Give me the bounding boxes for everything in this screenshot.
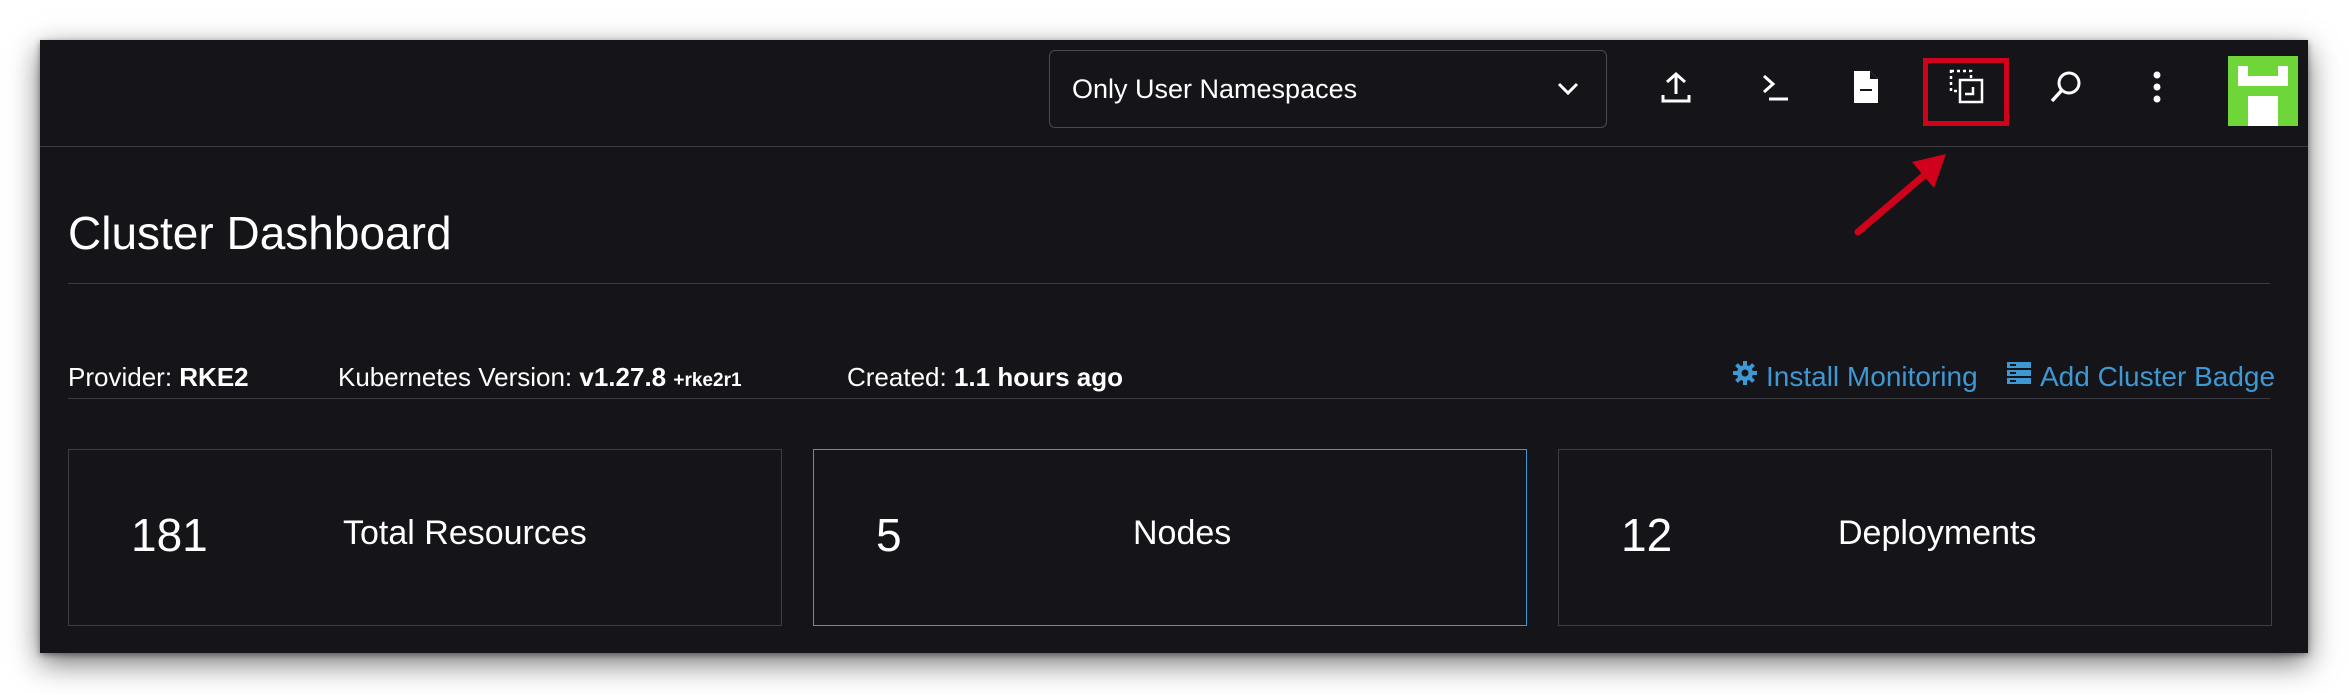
download-kubeconfig-icon: [1850, 69, 1882, 110]
provider-label: Provider:: [68, 362, 173, 392]
install-monitoring-link[interactable]: Install Monitoring: [1732, 360, 1978, 393]
provider-value: RKE2: [179, 362, 249, 392]
card-count: 5: [876, 509, 902, 561]
more-vertical-icon: [2151, 69, 2163, 110]
namespace-filter-value: Only User Namespaces: [1072, 73, 1358, 104]
page-title: Cluster Dashboard: [68, 207, 452, 259]
created-value: 1.1 hours ago: [953, 362, 1124, 392]
add-cluster-badge-label: Add Cluster Badge: [2040, 360, 2276, 392]
kubectl-shell-button[interactable]: [1747, 60, 1805, 118]
meta-divider: [68, 398, 2270, 399]
card-label: Nodes: [1133, 514, 1232, 552]
app-window: Only User Namespaces Cluster Dashboard P…: [40, 40, 2308, 653]
kubernetes-version-info: Kubernetes Version: v1.27.8 +rke2r1: [338, 362, 742, 393]
card-label: Total Resources: [343, 514, 587, 552]
kubectl-shell-icon: [1758, 69, 1794, 110]
namespace-filter-select[interactable]: Only User Namespaces: [1049, 50, 1607, 128]
card-total-resources[interactable]: 181 Total Resources: [68, 449, 782, 626]
provider-info: Provider: RKE2: [68, 362, 249, 393]
kubernetes-version-suffix: +rke2r1: [673, 370, 742, 391]
kubernetes-version-value: v1.27.8: [579, 362, 667, 392]
highlight-box: [1923, 58, 2009, 126]
gear-icon: [1732, 360, 1758, 393]
created-label: Created:: [847, 362, 947, 392]
user-avatar[interactable]: [2228, 56, 2298, 126]
kubernetes-version-label: Kubernetes Version:: [338, 362, 573, 392]
card-count: 12: [1621, 509, 1673, 561]
import-yaml-button[interactable]: [1647, 60, 1705, 118]
import-yaml-icon: [1658, 69, 1694, 110]
add-cluster-badge-link[interactable]: Add Cluster Badge: [2006, 360, 2275, 393]
title-divider: [68, 283, 2270, 284]
annotation-arrow: [1854, 154, 1946, 236]
chevron-down-icon: [1552, 73, 1584, 105]
search-icon: [2048, 69, 2084, 110]
more-options-button[interactable]: [2128, 60, 2186, 118]
card-label: Deployments: [1838, 514, 2037, 552]
created-info: Created: 1.1 hours ago: [847, 362, 1123, 393]
card-deployments[interactable]: 12 Deployments: [1558, 449, 2272, 626]
search-button[interactable]: [2037, 60, 2095, 118]
download-kubeconfig-button[interactable]: [1837, 60, 1895, 118]
card-nodes[interactable]: 5 Nodes: [813, 449, 1527, 626]
card-count: 181: [131, 509, 208, 561]
install-monitoring-label: Install Monitoring: [1766, 360, 1978, 392]
server-badge-icon: [2006, 360, 2032, 393]
top-header: Only User Namespaces: [40, 40, 2308, 236]
